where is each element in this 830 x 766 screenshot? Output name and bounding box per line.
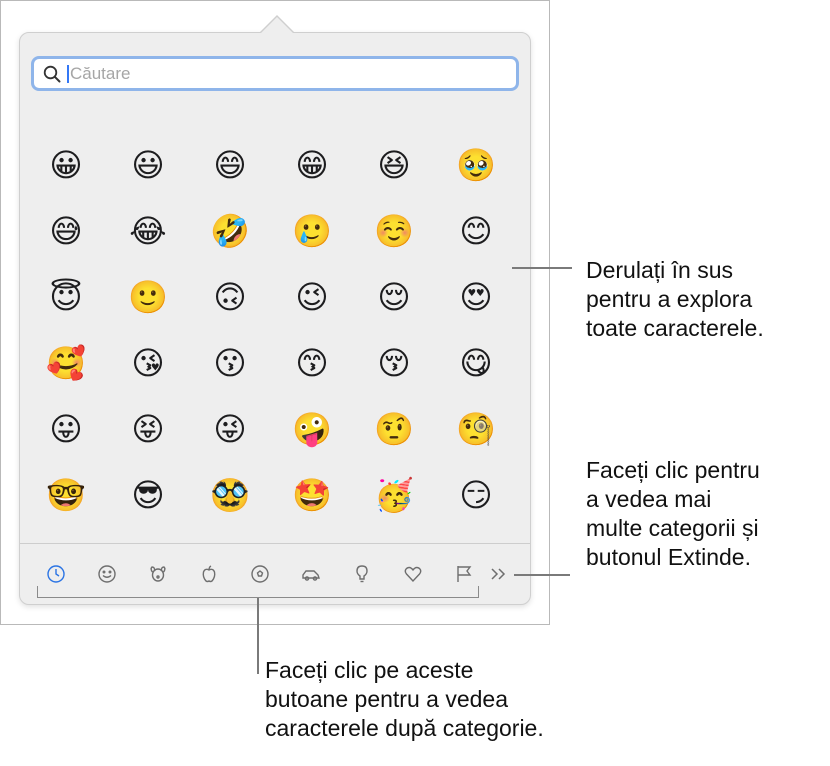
dog-icon	[149, 566, 166, 582]
emoji-button[interactable]: 😃	[118, 140, 178, 192]
emoji-button[interactable]: 😎	[118, 470, 178, 522]
emoji-button[interactable]: 😌	[364, 272, 424, 324]
category-symbols-button[interactable]	[387, 560, 438, 588]
emoji-button[interactable]: 😋	[446, 338, 506, 390]
ball-icon	[250, 565, 269, 583]
emoji-button[interactable]: 😍	[446, 272, 506, 324]
emoji-button[interactable]: 😙	[282, 338, 342, 390]
category-animals-button[interactable]	[132, 560, 183, 588]
callout-line-scroll	[512, 267, 572, 269]
apple-icon	[202, 565, 215, 583]
emoji-button[interactable]: 😊	[446, 206, 506, 258]
category-flags-button[interactable]	[438, 560, 489, 588]
emoji-button[interactable]: 🙂	[118, 272, 178, 324]
callout-text: a vedea mai	[586, 486, 712, 512]
category-bar	[30, 560, 489, 588]
popover-arrow-fill	[260, 17, 294, 34]
emoji-grid: 😀 😃 😄 😁 😆 🥹 😅 😂 🤣 🥲 ☺️ 😊 😇 🙂 🙃 😉 😌 😍 🥰 😘 😗 😙 😚 😋 😛 😝 😜 🤪 🤨 🧐 🤓 😎 🥸 🤩 🥳 😏	[36, 140, 516, 536]
emoji-button[interactable]: 😛	[36, 404, 96, 456]
callout-text: Derulați în sus	[586, 257, 734, 283]
category-food-button[interactable]	[183, 560, 234, 588]
emoji-button[interactable]: 😜	[200, 404, 260, 456]
flag-icon	[456, 566, 471, 582]
clock-icon	[46, 565, 65, 583]
callout-text: multe categorii și	[586, 515, 759, 541]
heart-icon	[404, 566, 421, 583]
callout-text: butoane pentru a vedea	[265, 686, 508, 712]
emoji-button[interactable]: 😇	[36, 272, 96, 324]
category-recent-button[interactable]	[30, 560, 81, 588]
callout-line-categories	[257, 598, 259, 674]
emoji-button[interactable]: 😀	[36, 140, 96, 192]
emoji-button[interactable]: 🤪	[282, 404, 342, 456]
search-input[interactable]	[70, 63, 470, 84]
emoji-button[interactable]: 🤩	[282, 470, 342, 522]
category-bracket	[37, 586, 479, 598]
emoji-button[interactable]: 🥰	[36, 338, 96, 390]
smiley-icon	[97, 565, 116, 583]
emoji-button[interactable]: 🥳	[364, 470, 424, 522]
category-activity-button[interactable]	[234, 560, 285, 588]
emoji-button[interactable]: 😂	[118, 206, 178, 258]
search-field[interactable]	[31, 56, 519, 91]
callout-categories: Faceți clic pe aceste butoane pentru a v…	[265, 656, 544, 743]
lightbulb-icon	[355, 565, 368, 583]
emoji-button[interactable]: 🙃	[200, 272, 260, 324]
emoji-button[interactable]: 🤣	[200, 206, 260, 258]
category-travel-button[interactable]	[285, 560, 336, 588]
callout-line-more	[514, 574, 570, 576]
emoji-button[interactable]: 🧐	[446, 404, 506, 456]
expand-button[interactable]	[484, 560, 514, 588]
callout-text: toate caracterele.	[586, 315, 764, 341]
emoji-button[interactable]: 😚	[364, 338, 424, 390]
callout-scroll: Derulați în sus pentru a explora toate c…	[586, 256, 764, 343]
emoji-button[interactable]: 🥲	[282, 206, 342, 258]
double-chevron-right-icon	[491, 568, 506, 580]
emoji-button[interactable]: 😉	[282, 272, 342, 324]
emoji-button[interactable]: 🥸	[200, 470, 260, 522]
emoji-button[interactable]: 🤨	[364, 404, 424, 456]
emoji-button[interactable]: ☺️	[364, 206, 424, 258]
emoji-button[interactable]: 😁	[282, 140, 342, 192]
search-icon	[43, 65, 61, 82]
callout-text: Faceți clic pentru	[586, 457, 760, 483]
category-objects-button[interactable]	[336, 560, 387, 588]
emoji-button[interactable]: 😅	[36, 206, 96, 258]
emoji-button[interactable]: 😏	[446, 470, 506, 522]
callout-text: butonul Extinde.	[586, 544, 751, 570]
emoji-button[interactable]: 🤓	[36, 470, 96, 522]
emoji-button[interactable]: 😝	[118, 404, 178, 456]
callout-text: Faceți clic pe aceste	[265, 657, 474, 683]
text-cursor	[67, 64, 69, 83]
emoji-button[interactable]: 😄	[200, 140, 260, 192]
emoji-button[interactable]: 🥹	[446, 140, 506, 192]
callout-text: caracterele după categorie.	[265, 715, 544, 741]
category-smileys-button[interactable]	[81, 560, 132, 588]
category-divider	[20, 543, 530, 544]
callout-text: pentru a explora	[586, 286, 753, 312]
emoji-button[interactable]: 😆	[364, 140, 424, 192]
emoji-button[interactable]: 😗	[200, 338, 260, 390]
emoji-button[interactable]: 😘	[118, 338, 178, 390]
car-icon	[301, 570, 320, 581]
callout-more: Faceți clic pentru a vedea mai multe cat…	[586, 456, 760, 572]
